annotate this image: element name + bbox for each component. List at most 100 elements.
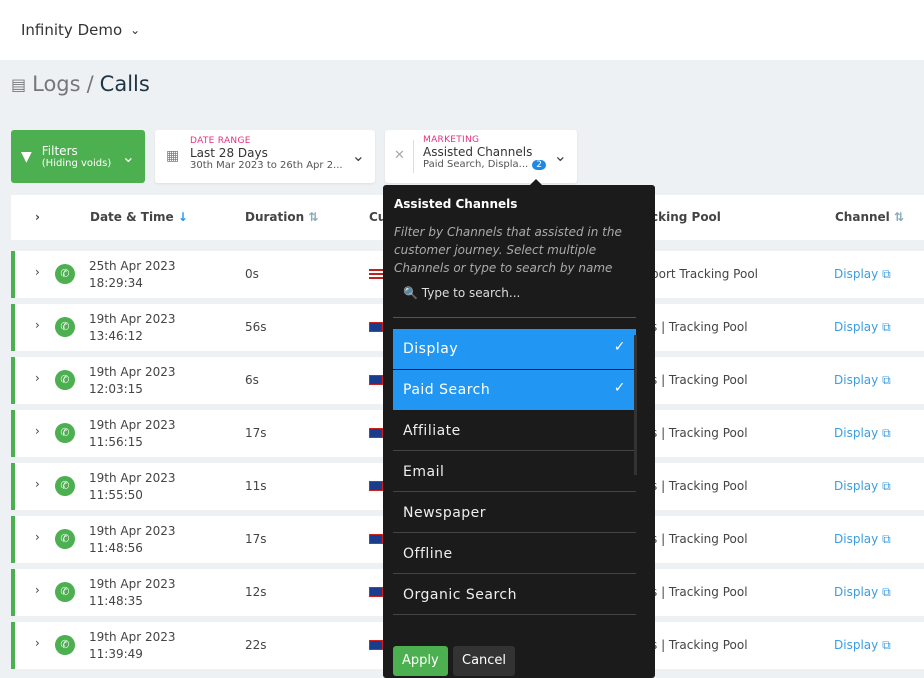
phone-call-icon: ✆ (55, 582, 75, 602)
marketing-sub: Paid Search, Displa... (423, 159, 529, 170)
copy-icon[interactable]: ⧉ (882, 532, 891, 546)
option-label: Offline (403, 546, 453, 562)
channel-link[interactable]: Display ⧉ (834, 320, 891, 335)
filters-label: Filters (41, 144, 78, 158)
column-channel[interactable]: Channel ⇅ (835, 210, 904, 224)
tracking-pool: s | Tracking Pool (651, 585, 748, 599)
marketing-filter[interactable]: ✕ MARKETING Assisted Channels Paid Searc… (385, 130, 577, 183)
date-range-sub: 30th Mar 2023 to 26th Apr 2... (190, 160, 343, 171)
channel-link[interactable]: Display ⧉ (834, 479, 891, 494)
gb-flag-icon (369, 428, 383, 438)
expand-row-icon[interactable]: › (35, 530, 40, 544)
tracking-pool: s | Tracking Pool (651, 638, 748, 652)
channel-label[interactable]: Display (834, 638, 878, 652)
call-time: 11:48:56 (89, 541, 143, 555)
channel-link[interactable]: Display ⧉ (834, 585, 891, 600)
channel-label[interactable]: Display (834, 320, 878, 334)
call-date: 19th Apr 2023 (89, 365, 176, 379)
copy-icon[interactable]: ⧉ (882, 638, 891, 652)
cancel-button[interactable]: Cancel (453, 646, 516, 676)
call-time: 11:48:35 (89, 594, 143, 608)
copy-icon[interactable]: ⧉ (882, 426, 891, 440)
channel-option[interactable]: Newspaper (393, 493, 636, 533)
search-icon: 🔍 (403, 286, 418, 300)
phone-call-icon: ✆ (55, 635, 75, 655)
channel-label[interactable]: Display (834, 479, 878, 493)
channel-link[interactable]: Display ⧉ (834, 373, 891, 388)
copy-icon[interactable]: ⧉ (882, 479, 891, 493)
call-duration: 17s (245, 426, 267, 440)
call-time: 18:29:34 (89, 276, 143, 290)
tracking-pool: s | Tracking Pool (651, 373, 748, 387)
expand-row-icon[interactable]: › (35, 318, 40, 332)
expand-row-icon[interactable]: › (35, 265, 40, 279)
copy-icon[interactable]: ⧉ (882, 585, 891, 599)
channel-label[interactable]: Display (834, 532, 878, 546)
channel-option[interactable]: Affiliate (393, 411, 636, 451)
copy-icon[interactable]: ⧉ (882, 373, 891, 387)
column-pool[interactable]: cking Pool (651, 210, 721, 224)
channel-option[interactable]: Paid Search ✓ (393, 370, 636, 410)
call-duration: 56s (245, 320, 267, 334)
option-label: Organic Search (403, 587, 518, 603)
expand-row-icon[interactable]: › (35, 424, 40, 438)
apply-button[interactable]: Apply (393, 646, 448, 676)
gb-flag-icon (369, 322, 383, 332)
breadcrumb-parent[interactable]: Logs (32, 72, 80, 96)
marketing-value: Assisted Channels (423, 145, 533, 159)
expand-row-icon[interactable]: › (35, 477, 40, 491)
channel-label[interactable]: Display (834, 426, 878, 440)
scrollbar[interactable] (634, 335, 637, 475)
checkmark-icon: ✓ (613, 380, 626, 396)
gb-flag-icon (369, 481, 383, 491)
phone-call-icon: ✆ (55, 370, 75, 390)
channel-link[interactable]: Display ⧉ (834, 638, 891, 653)
checkmark-icon: ✓ (613, 339, 626, 355)
popup-title: Assisted Channels (394, 197, 518, 211)
phone-call-icon: ✆ (55, 423, 75, 443)
channel-label[interactable]: Display (834, 585, 878, 599)
channel-label[interactable]: Display (834, 373, 878, 387)
channel-option[interactable]: Organic Search (393, 575, 636, 615)
column-duration[interactable]: Duration ⇅ (245, 210, 318, 224)
phone-call-icon: ✆ (55, 264, 75, 284)
expand-row-icon[interactable]: › (35, 583, 40, 597)
option-label: Paid Search (403, 382, 491, 398)
call-date: 19th Apr 2023 (89, 577, 176, 591)
channel-option[interactable]: Offline (393, 534, 636, 574)
account-switcher[interactable]: Infinity Demo ⌄ (0, 0, 924, 60)
channel-link[interactable]: Display ⧉ (834, 532, 891, 547)
date-range-filter[interactable]: ▦ DATE RANGE Last 28 Days 30th Mar 2023 … (155, 130, 375, 183)
search-placeholder: Type to search... (421, 286, 521, 300)
call-duration: 6s (245, 373, 259, 387)
breadcrumb-current: Calls (99, 72, 150, 96)
call-duration: 22s (245, 638, 267, 652)
call-time: 13:46:12 (89, 329, 143, 343)
expand-row-icon[interactable]: › (35, 371, 40, 385)
tracking-pool: s | Tracking Pool (651, 320, 748, 334)
copy-icon[interactable]: ⧉ (882, 320, 891, 334)
channel-link[interactable]: Display ⧉ (834, 267, 891, 282)
option-label: Email (403, 464, 445, 480)
app-name: Infinity Demo (21, 21, 123, 39)
channel-label[interactable]: Display (834, 267, 878, 281)
channel-link[interactable]: Display ⧉ (834, 426, 891, 441)
option-label: Newspaper (403, 505, 487, 521)
channel-option[interactable]: Email (393, 452, 636, 492)
copy-icon[interactable]: ⧉ (882, 267, 891, 281)
call-date: 19th Apr 2023 (89, 312, 176, 326)
call-duration: 0s (245, 267, 259, 281)
column-datetime[interactable]: Date & Time ↓ (90, 210, 188, 224)
date-range-value: Last 28 Days (190, 146, 268, 160)
clear-icon[interactable]: ✕ (394, 148, 405, 163)
channel-option[interactable]: Display ✓ (393, 329, 636, 369)
gb-flag-icon (369, 534, 383, 544)
search-input[interactable]: 🔍 Type to search... (403, 286, 520, 300)
list-icon: ▤ (11, 74, 27, 94)
option-label: Display (403, 341, 459, 357)
phone-call-icon: ✆ (55, 529, 75, 549)
expand-row-icon[interactable]: › (35, 636, 40, 650)
expand-all-icon[interactable]: › (35, 210, 40, 224)
filters-button[interactable]: ▼ Filters (Hiding voids) ⌄ (11, 130, 145, 183)
call-date: 25th Apr 2023 (89, 259, 176, 273)
